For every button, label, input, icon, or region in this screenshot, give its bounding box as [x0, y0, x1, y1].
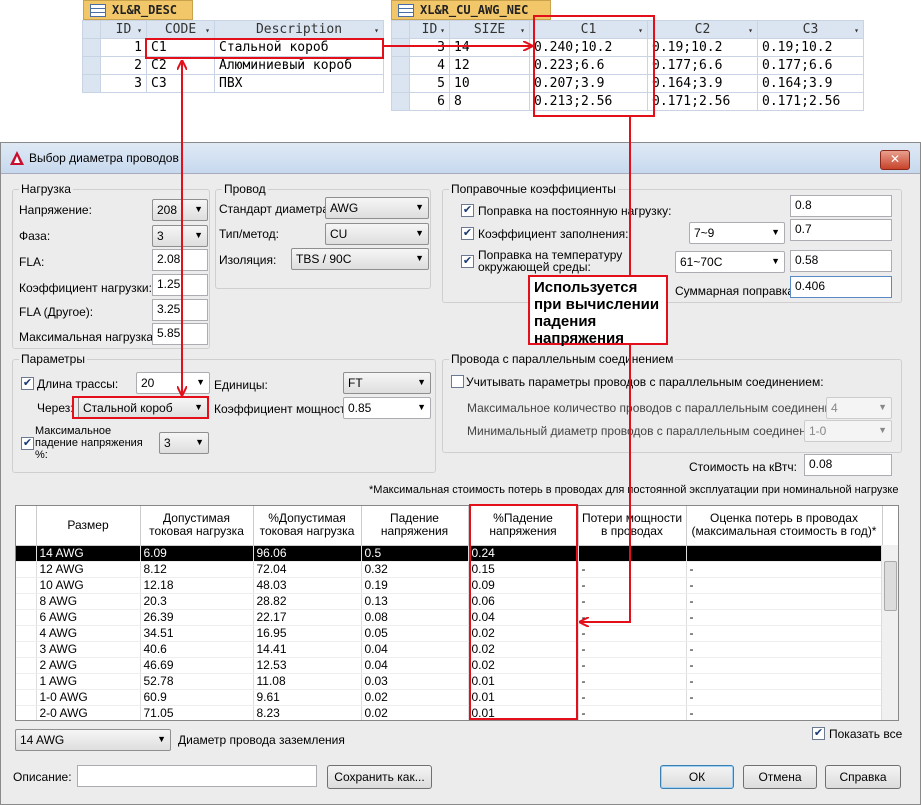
annotation-callout: Используется при вычислении падения напр… — [528, 275, 668, 347]
annotation-arrows — [0, 0, 631, 805]
arrow-c1-to-vdrop — [581, 117, 631, 622]
callout-text: Используется при вычислении падения напр… — [534, 279, 660, 347]
